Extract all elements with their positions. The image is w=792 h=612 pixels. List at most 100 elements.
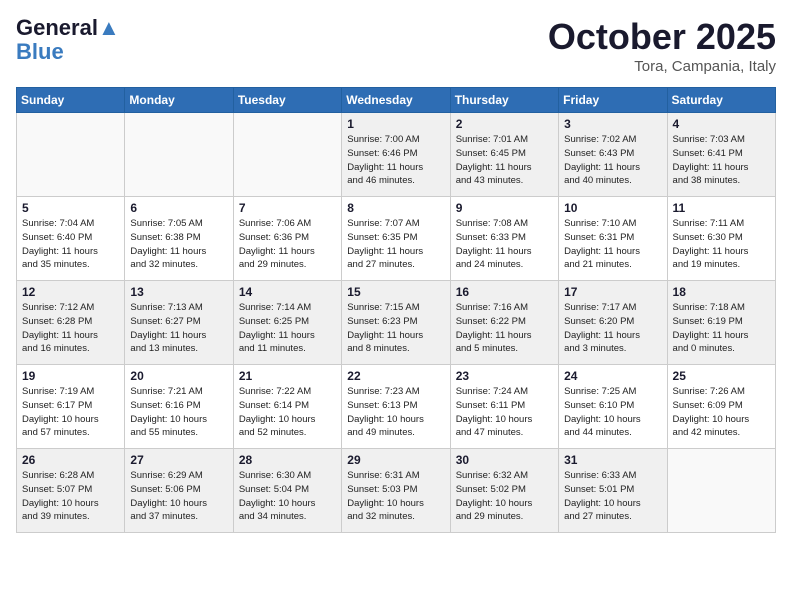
logo-blue-text: Blue: [16, 40, 64, 64]
day-info: Sunrise: 7:16 AM Sunset: 6:22 PM Dayligh…: [456, 301, 553, 356]
day-info: Sunrise: 7:25 AM Sunset: 6:10 PM Dayligh…: [564, 385, 661, 440]
day-info: Sunrise: 7:03 AM Sunset: 6:41 PM Dayligh…: [673, 133, 770, 188]
calendar-day-cell: [667, 449, 775, 533]
calendar-day-cell: 10Sunrise: 7:10 AM Sunset: 6:31 PM Dayli…: [559, 197, 667, 281]
day-number: 31: [564, 453, 661, 467]
calendar-day-cell: 15 Sunrise: 7:15 AM Sunset: 6:23 PM Dayli…: [342, 281, 450, 365]
day-info: Sunrise: 7:19 AM Sunset: 6:17 PM Dayligh…: [22, 385, 119, 440]
day-number: 2: [456, 117, 553, 131]
day-info: Sunrise: 7:05 AM Sunset: 6:38 PM Dayligh…: [130, 217, 227, 272]
day-info: Sunrise: 7:22 AM Sunset: 6:14 PM Dayligh…: [239, 385, 336, 440]
day-number: 24: [564, 369, 661, 383]
day-info: Sunrise: 7:04 AM Sunset: 6:40 PM Dayligh…: [22, 217, 119, 272]
weekday-header: Monday: [125, 88, 233, 113]
day-number: 28: [239, 453, 336, 467]
day-number: 20: [130, 369, 227, 383]
calendar-day-cell: 30 Sunrise: 6:32 AM Sunset: 5:02 PM Dayli…: [450, 449, 558, 533]
calendar-day-cell: 14 Sunrise: 7:14 AM Sunset: 6:25 PM Dayli…: [233, 281, 341, 365]
weekday-header: Saturday: [667, 88, 775, 113]
calendar-week-row: 5 Sunrise: 7:04 AM Sunset: 6:40 PM Daylig…: [17, 197, 776, 281]
day-number: 13: [130, 285, 227, 299]
day-info: Sunrise: 6:31 AM Sunset: 5:03 PM Dayligh…: [347, 469, 444, 524]
calendar-day-cell: 28 Sunrise: 6:30 AM Sunset: 5:04 PM Dayli…: [233, 449, 341, 533]
day-info: Sunrise: 7:13 AM Sunset: 6:27 PM Dayligh…: [130, 301, 227, 356]
calendar-week-row: 19 Sunrise: 7:19 AM Sunset: 6:17 PM Dayli…: [17, 365, 776, 449]
day-number: 26: [22, 453, 119, 467]
day-number: 7: [239, 201, 336, 215]
day-number: 27: [130, 453, 227, 467]
calendar-day-cell: 11 Sunrise: 7:11 AM Sunset: 6:30 PM Dayli…: [667, 197, 775, 281]
day-number: 30: [456, 453, 553, 467]
calendar-day-cell: 17Sunrise: 7:17 AM Sunset: 6:20 PM Dayli…: [559, 281, 667, 365]
calendar-day-cell: 21 Sunrise: 7:22 AM Sunset: 6:14 PM Dayli…: [233, 365, 341, 449]
day-info: Sunrise: 7:11 AM Sunset: 6:30 PM Dayligh…: [673, 217, 770, 272]
calendar-day-cell: 4 Sunrise: 7:03 AM Sunset: 6:41 PM Daylig…: [667, 113, 775, 197]
calendar-table: SundayMondayTuesdayWednesdayThursdayFrid…: [16, 87, 776, 533]
day-info: Sunrise: 7:12 AM Sunset: 6:28 PM Dayligh…: [22, 301, 119, 356]
day-number: 19: [22, 369, 119, 383]
calendar-day-cell: 19 Sunrise: 7:19 AM Sunset: 6:17 PM Dayli…: [17, 365, 125, 449]
day-number: 8: [347, 201, 444, 215]
day-info: Sunrise: 6:29 AM Sunset: 5:06 PM Dayligh…: [130, 469, 227, 524]
day-number: 10: [564, 201, 661, 215]
day-number: 16: [456, 285, 553, 299]
weekday-header: Tuesday: [233, 88, 341, 113]
day-info: Sunrise: 6:30 AM Sunset: 5:04 PM Dayligh…: [239, 469, 336, 524]
day-number: 15: [347, 285, 444, 299]
calendar-day-cell: 8 Sunrise: 7:07 AM Sunset: 6:35 PM Daylig…: [342, 197, 450, 281]
calendar-day-cell: [233, 113, 341, 197]
day-info: Sunrise: 7:00 AM Sunset: 6:46 PM Dayligh…: [347, 133, 444, 188]
day-info: Sunrise: 6:32 AM Sunset: 5:02 PM Dayligh…: [456, 469, 553, 524]
logo: General▲ Blue: [16, 16, 120, 64]
calendar-day-cell: 25 Sunrise: 7:26 AM Sunset: 6:09 PM Dayli…: [667, 365, 775, 449]
title-block: October 2025 Tora, Campania, Italy: [548, 16, 776, 75]
day-info: Sunrise: 7:14 AM Sunset: 6:25 PM Dayligh…: [239, 301, 336, 356]
weekday-header: Thursday: [450, 88, 558, 113]
weekday-header: Sunday: [17, 88, 125, 113]
calendar-day-cell: 12Sunrise: 7:12 AM Sunset: 6:28 PM Dayli…: [17, 281, 125, 365]
weekday-header: Friday: [559, 88, 667, 113]
day-number: 29: [347, 453, 444, 467]
day-number: 1: [347, 117, 444, 131]
calendar-day-cell: 24 Sunrise: 7:25 AM Sunset: 6:10 PM Dayli…: [559, 365, 667, 449]
calendar-day-cell: 3Sunrise: 7:02 AM Sunset: 6:43 PM Daylig…: [559, 113, 667, 197]
calendar-day-cell: 16 Sunrise: 7:16 AM Sunset: 6:22 PM Dayli…: [450, 281, 558, 365]
calendar-day-cell: 27 Sunrise: 6:29 AM Sunset: 5:06 PM Dayli…: [125, 449, 233, 533]
day-info: Sunrise: 7:01 AM Sunset: 6:45 PM Dayligh…: [456, 133, 553, 188]
day-number: 21: [239, 369, 336, 383]
day-info: Sunrise: 7:24 AM Sunset: 6:11 PM Dayligh…: [456, 385, 553, 440]
day-info: Sunrise: 7:26 AM Sunset: 6:09 PM Dayligh…: [673, 385, 770, 440]
calendar-week-row: 26 Sunrise: 6:28 AM Sunset: 5:07 PM Dayli…: [17, 449, 776, 533]
day-number: 5: [22, 201, 119, 215]
calendar-header-row: SundayMondayTuesdayWednesdayThursdayFrid…: [17, 88, 776, 113]
calendar-day-cell: 2 Sunrise: 7:01 AM Sunset: 6:45 PM Daylig…: [450, 113, 558, 197]
calendar-day-cell: 26 Sunrise: 6:28 AM Sunset: 5:07 PM Dayli…: [17, 449, 125, 533]
calendar-day-cell: 20Sunrise: 7:21 AM Sunset: 6:16 PM Dayli…: [125, 365, 233, 449]
calendar-week-row: 12Sunrise: 7:12 AM Sunset: 6:28 PM Dayli…: [17, 281, 776, 365]
page-header: General▲ Blue October 2025 Tora, Campani…: [16, 16, 776, 75]
day-info: Sunrise: 7:06 AM Sunset: 6:36 PM Dayligh…: [239, 217, 336, 272]
day-number: 3: [564, 117, 661, 131]
calendar-day-cell: 5 Sunrise: 7:04 AM Sunset: 6:40 PM Daylig…: [17, 197, 125, 281]
day-number: 22: [347, 369, 444, 383]
day-number: 9: [456, 201, 553, 215]
calendar-day-cell: 29 Sunrise: 6:31 AM Sunset: 5:03 PM Dayli…: [342, 449, 450, 533]
logo-text: General▲: [16, 16, 120, 40]
day-info: Sunrise: 6:28 AM Sunset: 5:07 PM Dayligh…: [22, 469, 119, 524]
day-number: 4: [673, 117, 770, 131]
day-number: 6: [130, 201, 227, 215]
day-info: Sunrise: 7:15 AM Sunset: 6:23 PM Dayligh…: [347, 301, 444, 356]
month-title: October 2025: [548, 16, 776, 58]
day-number: 14: [239, 285, 336, 299]
day-info: Sunrise: 7:08 AM Sunset: 6:33 PM Dayligh…: [456, 217, 553, 272]
day-number: 25: [673, 369, 770, 383]
calendar-day-cell: 13 Sunrise: 7:13 AM Sunset: 6:27 PM Dayli…: [125, 281, 233, 365]
location-text: Tora, Campania, Italy: [548, 58, 776, 75]
calendar-day-cell: [17, 113, 125, 197]
calendar-day-cell: 6 Sunrise: 7:05 AM Sunset: 6:38 PM Daylig…: [125, 197, 233, 281]
calendar-day-cell: 7 Sunrise: 7:06 AM Sunset: 6:36 PM Daylig…: [233, 197, 341, 281]
day-number: 11: [673, 201, 770, 215]
weekday-header: Wednesday: [342, 88, 450, 113]
day-info: Sunrise: 7:07 AM Sunset: 6:35 PM Dayligh…: [347, 217, 444, 272]
calendar-day-cell: 22Sunrise: 7:23 AM Sunset: 6:13 PM Dayli…: [342, 365, 450, 449]
